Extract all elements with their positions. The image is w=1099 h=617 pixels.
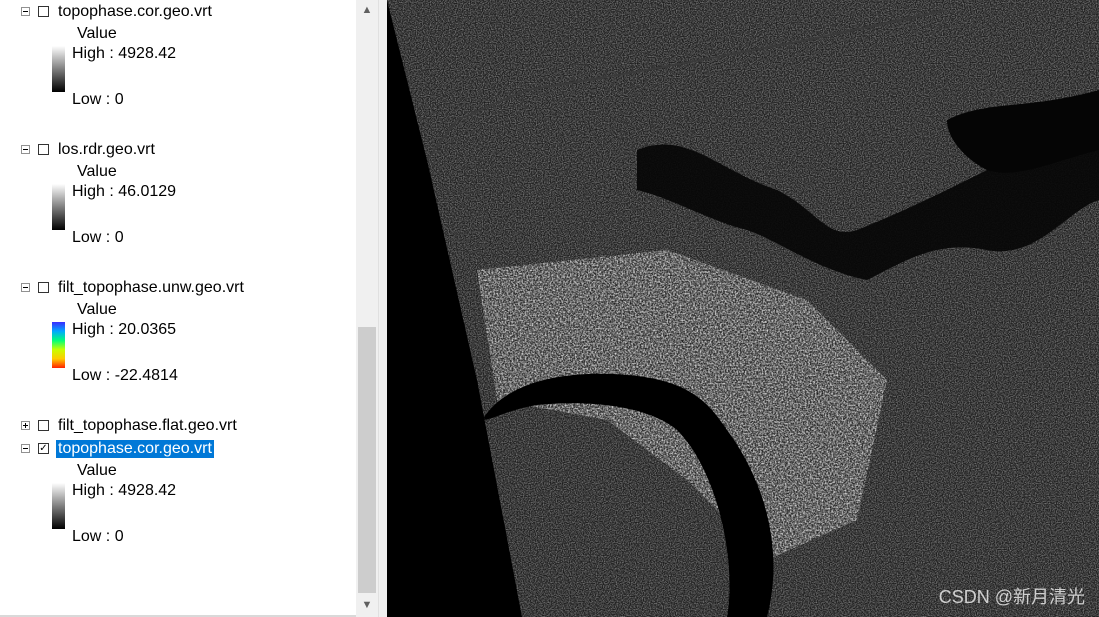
layer-name[interactable]: filt_topophase.unw.geo.vrt: [58, 279, 244, 297]
legend-high-label: High : 4928.42: [72, 45, 177, 62]
legend-low-label: Low : 0: [72, 229, 124, 246]
legend-value-heading: Value: [77, 25, 117, 42]
vertical-scrollbar[interactable]: ▲ ▼: [356, 0, 378, 617]
layer-name[interactable]: filt_topophase.flat.geo.vrt: [58, 417, 237, 435]
grayscale-color-ramp: [52, 483, 65, 529]
legend-value-heading: Value: [77, 163, 117, 180]
legend-high-label: High : 4928.42: [72, 482, 177, 499]
layer-row-topophase-cor-selected[interactable]: ✓ topophase.cor.geo.vrt: [0, 438, 356, 460]
layer-visibility-checkbox-checked[interactable]: ✓: [38, 443, 49, 454]
layer-row-topophase-cor[interactable]: topophase.cor.geo.vrt: [0, 1, 356, 23]
legend-low-label: Low : 0: [72, 91, 124, 108]
layer-name[interactable]: topophase.cor.geo.vrt: [56, 440, 214, 458]
map-view[interactable]: CSDN @新月清光: [387, 0, 1099, 617]
scroll-down-icon[interactable]: ▼: [356, 595, 378, 615]
collapse-toggle-icon[interactable]: [21, 7, 30, 16]
legend-value-heading: Value: [77, 462, 117, 479]
watermark-text: CSDN @新月清光: [938, 587, 1085, 607]
legend-high-label: High : 20.0365: [72, 321, 177, 338]
collapse-toggle-icon[interactable]: [21, 283, 30, 292]
grayscale-color-ramp: [52, 184, 65, 230]
grayscale-color-ramp: [52, 46, 65, 92]
layer-name[interactable]: los.rdr.geo.vrt: [58, 141, 155, 159]
scrollbar-thumb[interactable]: [358, 327, 376, 593]
legend-low-label: Low : 0: [72, 528, 124, 545]
collapse-toggle-icon[interactable]: [21, 145, 30, 154]
layer-visibility-checkbox[interactable]: [38, 6, 49, 17]
layer-row-filt-topophase-flat[interactable]: filt_topophase.flat.geo.vrt: [0, 415, 356, 437]
table-of-contents-panel: topophase.cor.geo.vrt Value High : 4928.…: [0, 0, 356, 617]
collapse-toggle-icon[interactable]: [21, 444, 30, 453]
raster-image: [387, 0, 1099, 617]
layer-visibility-checkbox[interactable]: [38, 282, 49, 293]
layer-row-los-rdr[interactable]: los.rdr.geo.vrt: [0, 139, 356, 161]
layer-name[interactable]: topophase.cor.geo.vrt: [58, 3, 212, 21]
expand-toggle-icon[interactable]: [21, 421, 30, 430]
layer-visibility-checkbox[interactable]: [38, 144, 49, 155]
legend-low-label: Low : -22.4814: [72, 367, 178, 384]
legend-high-label: High : 46.0129: [72, 183, 177, 200]
layer-visibility-checkbox[interactable]: [38, 420, 49, 431]
layer-row-filt-topophase-unw[interactable]: filt_topophase.unw.geo.vrt: [0, 277, 356, 299]
rainbow-color-ramp: [52, 322, 65, 368]
legend-value-heading: Value: [77, 301, 117, 318]
scroll-up-icon[interactable]: ▲: [356, 0, 378, 20]
